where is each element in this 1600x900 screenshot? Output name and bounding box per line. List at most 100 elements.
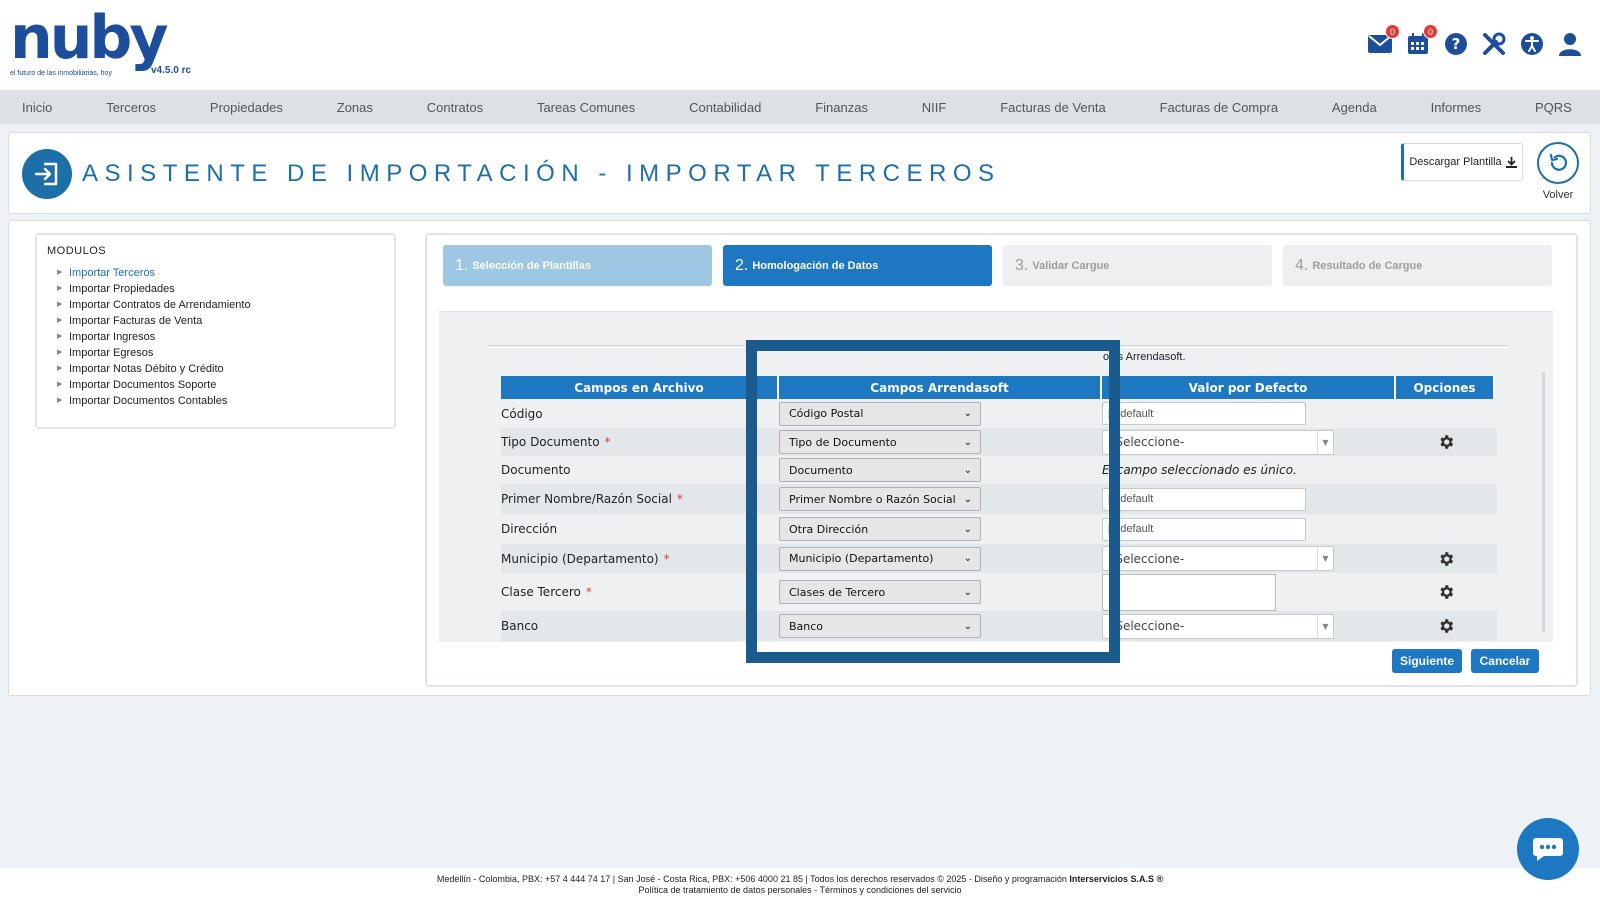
mapping-cell: Documento ⌄ <box>779 456 1102 484</box>
download-template-button[interactable]: Descargar Plantilla <box>1401 143 1523 181</box>
table-row: Tipo Documento * Tipo de Documento ⌄ -Sele… <box>501 428 1497 456</box>
next-button[interactable]: Siguiente <box>1392 649 1462 673</box>
mapping-select[interactable]: Banco ⌄ <box>779 614 981 638</box>
module-item-contratos[interactable]: ▶ Importar Contratos de Arrendamiento <box>57 297 384 313</box>
options-cell <box>1396 399 1495 428</box>
footer: Medellín - Colombia, PBX: +57 4 444 74 1… <box>0 868 1600 900</box>
step-resultado-cargue[interactable]: 4. Resultado de Cargue <box>1283 245 1552 286</box>
nav-item-terceros[interactable]: Terceros <box>106 100 156 115</box>
gear-icon[interactable] <box>1436 432 1456 452</box>
nav-item-contratos[interactable]: Contratos <box>427 100 483 115</box>
mail-icon[interactable]: 0 <box>1368 24 1400 56</box>
field-label: Primer Nombre/Razón Social * <box>501 492 683 506</box>
user-icon[interactable] <box>1558 32 1582 56</box>
svg-text:?: ? <box>1452 35 1461 53</box>
mapping-select[interactable]: Tipo de Documento ⌄ <box>779 430 981 454</box>
footer-line-1: Medellín - Colombia, PBX: +57 4 444 74 1… <box>436 874 1164 884</box>
chevron-down-icon: ⌄ <box>963 586 972 598</box>
nav-item-facturas-venta[interactable]: Facturas de Venta <box>1000 100 1106 115</box>
field-label: Clase Tercero * <box>501 585 592 599</box>
options-cell <box>1396 514 1495 544</box>
mapping-select[interactable]: Código Postal ⌄ <box>779 401 981 426</box>
main-nav: Inicio Terceros Propiedades Zonas Contra… <box>0 90 1600 124</box>
module-item-notas[interactable]: ▶ Importar Notas Débito y Crédito <box>57 361 384 377</box>
step-validar-cargue[interactable]: 3. Validar Cargue <box>1003 245 1272 286</box>
undo-icon <box>1549 153 1568 171</box>
default-cell: -Seleccione- ▼ <box>1102 544 1396 573</box>
required-marker: * <box>676 492 683 506</box>
gear-icon[interactable] <box>1436 616 1456 636</box>
default-input[interactable]: [4]default <box>1102 517 1306 541</box>
module-item-terceros[interactable]: ▶ Importar Terceros <box>57 265 384 281</box>
step-seleccion-plantillas[interactable]: 1. Selección de Plantillas <box>443 245 712 286</box>
nav-item-facturas-compra[interactable]: Facturas de Compra <box>1160 100 1279 115</box>
mapping-select[interactable]: Primer Nombre o Razón Social ⌄ <box>779 487 981 511</box>
caret-right-icon: ▶ <box>57 301 63 308</box>
mapping-select[interactable]: Documento ⌄ <box>779 458 981 482</box>
default-cell: [0]default <box>1102 399 1396 428</box>
nav-item-niif[interactable]: NIIF <box>922 100 947 115</box>
default-dropdown[interactable]: -Seleccione- ▼ <box>1102 613 1334 639</box>
chat-icon <box>1533 838 1563 861</box>
gear-icon[interactable] <box>1436 549 1456 569</box>
table-header: Campos en Archivo Campos Arrendasoft Val… <box>501 376 1497 399</box>
logo[interactable]: nuby el futuro de las inmobiliarias, hoy… <box>10 8 200 83</box>
default-dropdown[interactable]: -Seleccione- ▼ <box>1102 429 1334 455</box>
default-cell: -Seleccione- ▼ <box>1102 428 1396 456</box>
mapping-select[interactable]: Municipio (Departamento) ⌄ <box>779 546 981 571</box>
unique-field-note: El campo seleccionado es único. <box>1102 463 1297 477</box>
chevron-down-icon: ⌄ <box>963 523 972 535</box>
cancel-button[interactable]: Cancelar <box>1471 649 1539 673</box>
nav-item-zonas[interactable]: Zonas <box>337 100 373 115</box>
mapping-select[interactable]: Otra Dirección ⌄ <box>779 517 981 541</box>
chevron-down-icon: ⌄ <box>963 464 972 476</box>
mapping-cell: Tipo de Documento ⌄ <box>779 428 1102 456</box>
module-item-egresos[interactable]: ▶ Importar Egresos <box>57 345 384 361</box>
nav-item-inicio[interactable]: Inicio <box>22 100 52 115</box>
back-button[interactable] <box>1537 142 1579 184</box>
nav-item-informes[interactable]: Informes <box>1431 100 1482 115</box>
table-row: Clase Tercero * Clases de Tercero ⌄ <box>501 573 1497 611</box>
calendar-badge: 0 <box>1423 24 1438 39</box>
content-panel: MODULOS ▶ Importar Terceros ▶ Importar Pro… <box>8 220 1591 696</box>
modules-title: MODULOS <box>47 245 107 257</box>
mapping-cell: Otra Dirección ⌄ <box>779 514 1102 544</box>
nav-item-tareas-comunes[interactable]: Tareas Comunes <box>537 100 635 115</box>
import-icon <box>22 149 72 199</box>
help-icon[interactable]: ? <box>1444 32 1468 56</box>
table-row: Primer Nombre/Razón Social * Primer Nombr… <box>501 484 1497 514</box>
default-dropdown[interactable]: -Seleccione- ▼ <box>1102 546 1334 571</box>
calendar-icon[interactable]: 0 <box>1406 24 1438 56</box>
accessibility-icon[interactable] <box>1520 32 1544 56</box>
mapping-table: Campos en Archivo Campos Arrendasoft Val… <box>501 376 1497 641</box>
default-multiselect[interactable] <box>1102 573 1276 611</box>
nav-item-propiedades[interactable]: Propiedades <box>210 100 283 115</box>
nav-item-agenda[interactable]: Agenda <box>1332 100 1377 115</box>
footer-links[interactable]: Política de tratamiento de datos persona… <box>0 885 1600 896</box>
tools-icon[interactable] <box>1482 32 1506 56</box>
divider <box>487 347 1509 348</box>
divider <box>487 345 1509 346</box>
module-item-documentos-contables[interactable]: ▶ Importar Documentos Contables <box>57 393 384 409</box>
default-input[interactable]: [3]default <box>1102 487 1306 511</box>
default-input[interactable]: [0]default <box>1102 402 1306 425</box>
caret-right-icon: ▶ <box>57 317 63 324</box>
mapping-select[interactable]: Clases de Tercero ⌄ <box>779 580 981 604</box>
step-homologacion-datos[interactable]: 2. Homologación de Datos <box>723 245 992 286</box>
required-marker: * <box>585 585 592 599</box>
table-row: Código Código Postal ⌄ [0]default <box>501 399 1497 428</box>
module-item-facturas-venta[interactable]: ▶ Importar Facturas de Venta <box>57 313 384 329</box>
gear-icon[interactable] <box>1436 582 1456 602</box>
module-item-ingresos[interactable]: ▶ Importar Ingresos <box>57 329 384 345</box>
caret-right-icon: ▶ <box>57 285 63 292</box>
default-cell: [3]default <box>1102 484 1396 514</box>
nav-item-pqrs[interactable]: PQRS <box>1535 100 1572 115</box>
default-cell: -Seleccione- ▼ <box>1102 611 1396 641</box>
module-item-documentos-soporte[interactable]: ▶ Importar Documentos Soporte <box>57 377 384 393</box>
mapping-scrollbar[interactable] <box>1542 372 1545 632</box>
download-icon <box>1505 156 1517 168</box>
nav-item-finanzas[interactable]: Finanzas <box>815 100 868 115</box>
nav-item-contabilidad[interactable]: Contabilidad <box>689 100 761 115</box>
chat-button[interactable] <box>1517 818 1579 880</box>
module-item-propiedades[interactable]: ▶ Importar Propiedades <box>57 281 384 297</box>
